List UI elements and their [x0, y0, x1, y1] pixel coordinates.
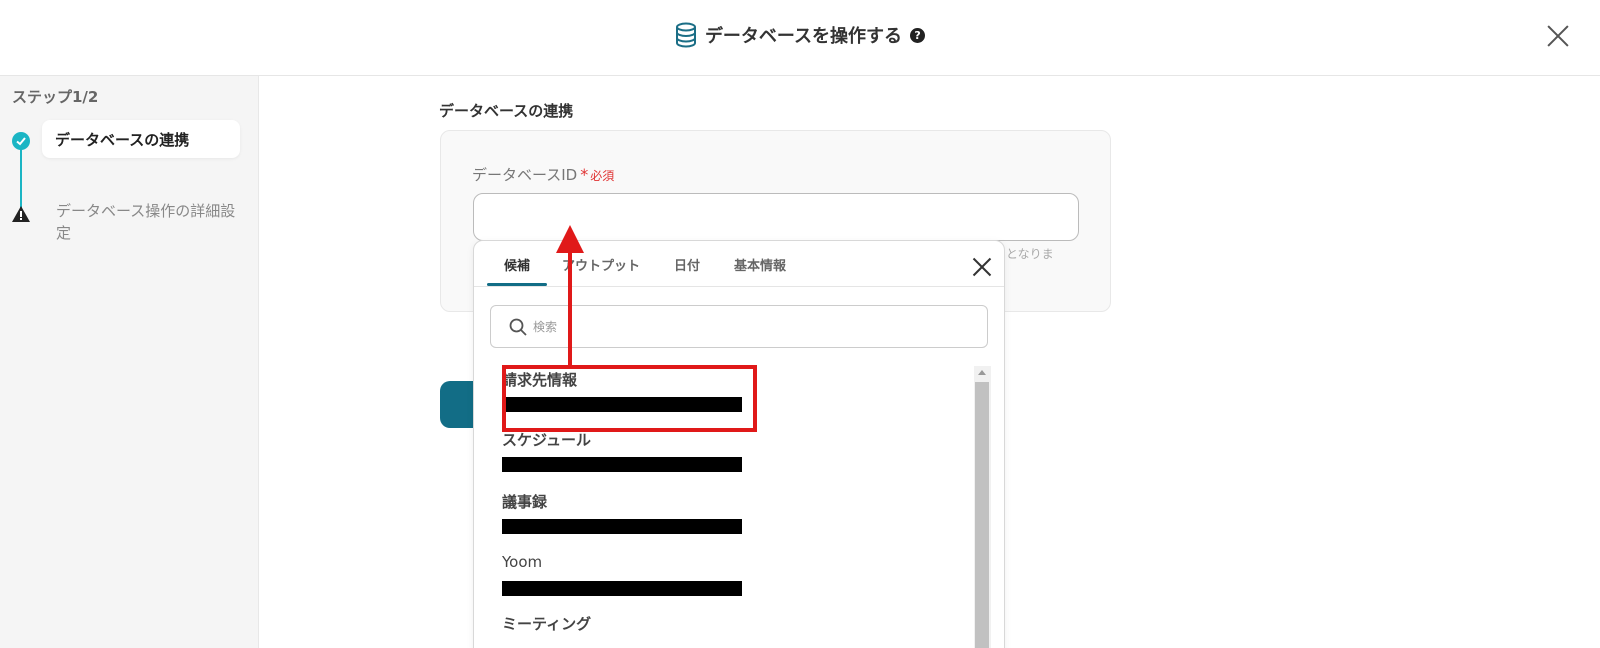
header-title-group: データベースを操作する ? — [0, 22, 1600, 48]
sidebar-step-operation-detail[interactable]: データベース操作の詳細設定 — [56, 200, 236, 244]
option-name: 議事録 — [502, 493, 548, 511]
tab-basic-info[interactable]: 基本情報 — [734, 255, 786, 274]
help-icon[interactable]: ? — [910, 27, 926, 43]
annotation-highlight-box — [502, 365, 757, 432]
option-item[interactable]: スケジュール — [502, 429, 962, 472]
required-star: * — [580, 165, 589, 184]
dropdown-tabs: 候補 アウトプット 日付 基本情報 — [474, 241, 1004, 287]
dropdown-close-icon[interactable] — [972, 257, 992, 277]
tab-date[interactable]: 日付 — [674, 255, 700, 274]
redacted-id — [502, 519, 742, 534]
warning-icon — [12, 206, 30, 222]
sidebar-step-database-link[interactable]: データベースの連携 — [42, 120, 240, 158]
step-count: ステップ1/2 — [12, 88, 99, 106]
search-icon — [509, 318, 527, 336]
page-title: データベースを操作する — [704, 26, 903, 47]
option-name: ミーティング — [502, 615, 592, 633]
database-id-label-text: データベースID — [472, 166, 578, 184]
option-name: Yoom — [502, 553, 543, 571]
annotation-arrow-icon — [556, 225, 584, 367]
close-icon[interactable] — [1546, 24, 1570, 48]
database-id-label: データベースID * 必須 — [472, 164, 614, 185]
option-item[interactable]: ミーティング — [502, 613, 962, 635]
option-item[interactable]: Yoom — [502, 553, 962, 596]
scroll-up-arrow-icon[interactable] — [978, 370, 986, 375]
database-icon — [675, 22, 696, 48]
modal-header: データベースを操作する ? — [0, 0, 1600, 76]
active-tab-indicator — [487, 283, 547, 286]
required-text: 必須 — [590, 169, 615, 183]
section-title: データベースの連携 — [439, 102, 574, 120]
field-hint: となりま — [1006, 247, 1054, 261]
scrollbar[interactable] — [974, 366, 991, 648]
redacted-id — [502, 581, 742, 596]
option-item[interactable]: 議事録 — [502, 491, 962, 534]
search-input[interactable] — [533, 319, 973, 334]
step-sidebar: ステップ1/2 データベースの連携 データベース操作の詳細設定 — [0, 76, 259, 648]
redacted-id — [502, 457, 742, 472]
suggestion-dropdown: 候補 アウトプット 日付 基本情報 請求先情報 スケジュール 議事録 Yoom … — [473, 240, 1005, 648]
check-circle-icon — [12, 132, 30, 150]
scroll-thumb[interactable] — [975, 382, 989, 648]
option-name: スケジュール — [502, 431, 591, 449]
tab-candidates[interactable]: 候補 — [504, 255, 530, 274]
